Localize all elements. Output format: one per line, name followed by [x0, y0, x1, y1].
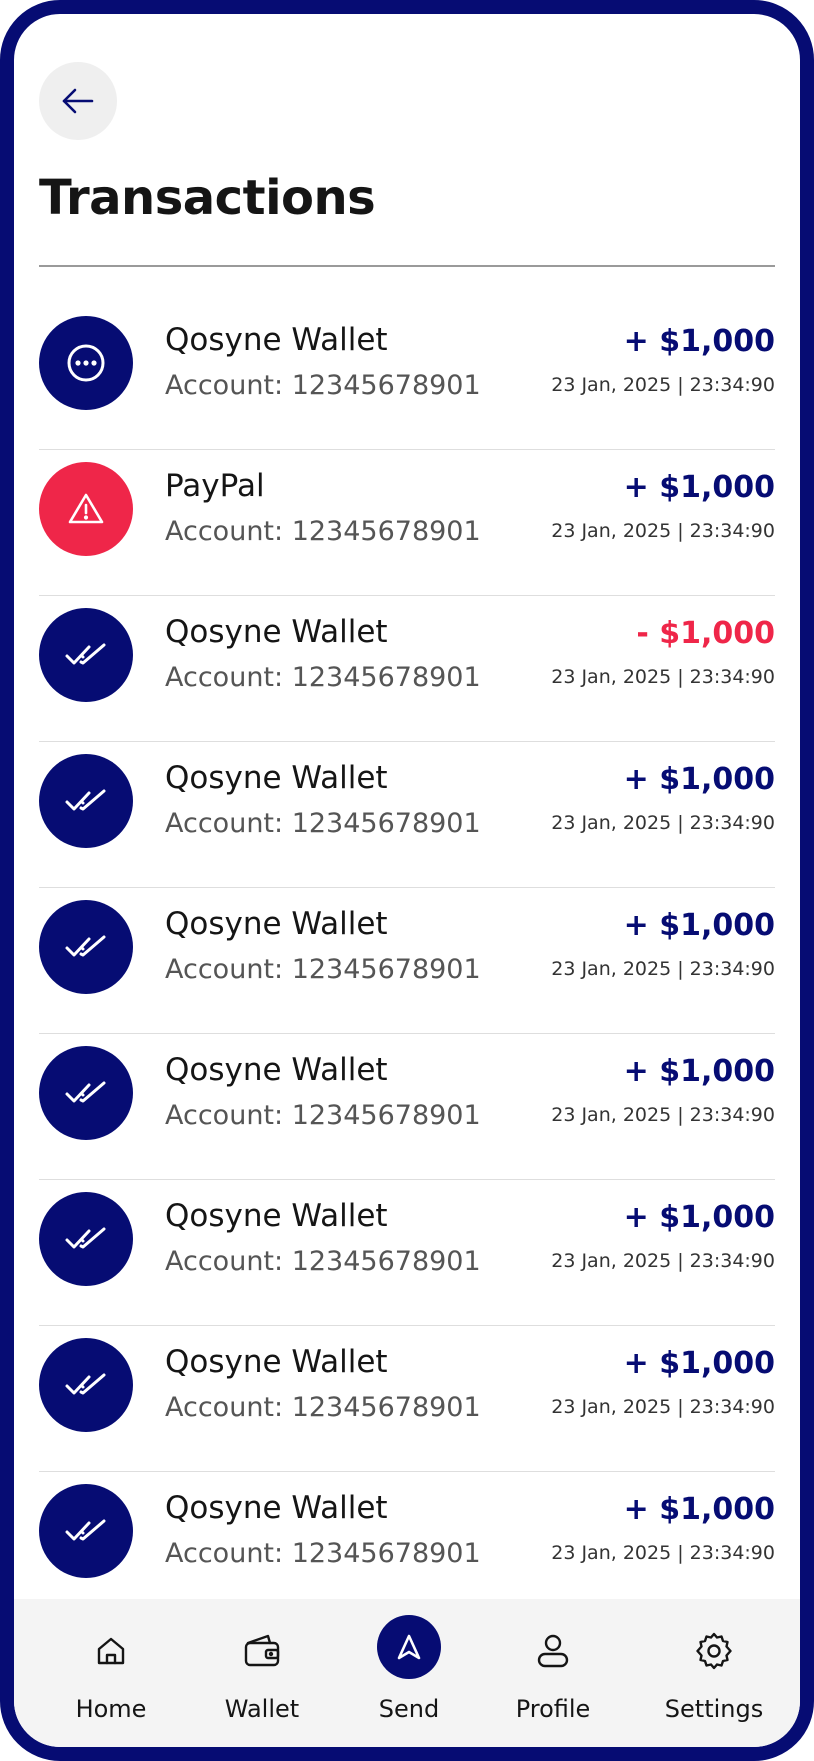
transaction-list: Qosyne Wallet Account: 12345678901 + $1,00… — [39, 304, 775, 1617]
nav-label-settings: Settings — [664, 1695, 764, 1723]
transaction-amount: + $1,000 — [623, 1200, 775, 1235]
nav-label-wallet: Wallet — [224, 1695, 300, 1723]
transaction-account: Account: 12345678901 — [165, 1246, 481, 1277]
transaction-row[interactable]: Qosyne Wallet Account: 12345678901 + $1,00… — [39, 1472, 775, 1617]
transaction-amount: + $1,000 — [623, 1054, 775, 1089]
phone-frame: Transactions Qosyne Wallet Account: 12345… — [0, 0, 814, 1761]
double-check-icon — [64, 638, 108, 672]
transaction-row[interactable]: Qosyne Wallet Account: 12345678901 + $1,00… — [39, 1034, 775, 1180]
home-icon — [79, 1619, 143, 1683]
transaction-amount: + $1,000 — [623, 470, 775, 505]
page-title: Transactions — [39, 170, 376, 226]
wallet-icon — [230, 1619, 294, 1683]
transaction-amount: + $1,000 — [623, 908, 775, 943]
transaction-row[interactable]: Qosyne Wallet Account: 12345678901 + $1,00… — [39, 304, 775, 450]
title-divider — [39, 265, 775, 267]
transaction-avatar — [39, 1338, 133, 1432]
transaction-amount: + $1,000 — [623, 324, 775, 359]
transaction-account: Account: 12345678901 — [165, 1538, 481, 1569]
transaction-amount: + $1,000 — [623, 762, 775, 797]
transaction-name: PayPal — [165, 468, 265, 504]
nav-item-profile[interactable]: Profile — [483, 1599, 623, 1747]
nav-item-wallet[interactable]: Wallet — [192, 1599, 332, 1747]
transaction-name: Qosyne Wallet — [165, 1490, 388, 1526]
transaction-avatar — [39, 1484, 133, 1578]
transaction-row[interactable]: PayPal Account: 12345678901 + $1,000 23 Jan… — [39, 450, 775, 596]
transaction-name: Qosyne Wallet — [165, 1052, 388, 1088]
transaction-date: 23 Jan, 2025 | 23:34:90 — [551, 1104, 775, 1126]
double-check-icon — [64, 1514, 108, 1548]
transaction-name: Qosyne Wallet — [165, 906, 388, 942]
back-button[interactable] — [39, 62, 117, 140]
transaction-account: Account: 12345678901 — [165, 516, 481, 547]
transaction-amount: + $1,000 — [623, 1492, 775, 1527]
double-check-icon — [64, 930, 108, 964]
transaction-date: 23 Jan, 2025 | 23:34:90 — [551, 812, 775, 834]
transaction-name: Qosyne Wallet — [165, 1344, 388, 1380]
transaction-name: Qosyne Wallet — [165, 614, 388, 650]
bottom-nav: Home Wallet Send Profile Settings — [14, 1599, 800, 1747]
double-check-icon — [64, 1076, 108, 1110]
transaction-row[interactable]: Qosyne Wallet Account: 12345678901 + $1,00… — [39, 888, 775, 1034]
transaction-date: 23 Jan, 2025 | 23:34:90 — [551, 1396, 775, 1418]
transaction-amount: + $1,000 — [623, 1346, 775, 1381]
transaction-amount: - $1,000 — [636, 616, 775, 651]
transaction-name: Qosyne Wallet — [165, 322, 388, 358]
transaction-avatar — [39, 1192, 133, 1286]
profile-icon — [521, 1619, 585, 1683]
nav-item-home[interactable]: Home — [41, 1599, 181, 1747]
double-check-icon — [64, 784, 108, 818]
transaction-account: Account: 12345678901 — [165, 662, 481, 693]
transaction-avatar — [39, 900, 133, 994]
warning-icon — [66, 489, 106, 529]
transaction-name: Qosyne Wallet — [165, 1198, 388, 1234]
transaction-account: Account: 12345678901 — [165, 370, 481, 401]
transaction-row[interactable]: Qosyne Wallet Account: 12345678901 + $1,00… — [39, 1180, 775, 1326]
nav-item-send[interactable]: Send — [339, 1599, 479, 1747]
transaction-avatar — [39, 316, 133, 410]
double-check-icon — [64, 1222, 108, 1256]
nav-label-home: Home — [75, 1695, 147, 1723]
more-dots-icon — [64, 341, 108, 385]
transaction-account: Account: 12345678901 — [165, 808, 481, 839]
double-check-icon — [64, 1368, 108, 1402]
transaction-date: 23 Jan, 2025 | 23:34:90 — [551, 1250, 775, 1272]
transaction-account: Account: 12345678901 — [165, 954, 481, 985]
transaction-avatar — [39, 608, 133, 702]
transaction-row[interactable]: Qosyne Wallet Account: 12345678901 - $1,00… — [39, 596, 775, 742]
nav-item-settings[interactable]: Settings — [644, 1599, 784, 1747]
transaction-date: 23 Jan, 2025 | 23:34:90 — [551, 1542, 775, 1564]
transaction-avatar — [39, 754, 133, 848]
send-icon — [377, 1615, 441, 1679]
transaction-avatar — [39, 1046, 133, 1140]
gear-icon — [682, 1619, 746, 1683]
arrow-left-icon — [58, 81, 98, 121]
transaction-date: 23 Jan, 2025 | 23:34:90 — [551, 520, 775, 542]
transaction-avatar — [39, 462, 133, 556]
nav-label-send: Send — [378, 1695, 440, 1723]
transaction-account: Account: 12345678901 — [165, 1392, 481, 1423]
transaction-date: 23 Jan, 2025 | 23:34:90 — [551, 958, 775, 980]
transaction-account: Account: 12345678901 — [165, 1100, 481, 1131]
transaction-row[interactable]: Qosyne Wallet Account: 12345678901 + $1,00… — [39, 1326, 775, 1472]
transaction-date: 23 Jan, 2025 | 23:34:90 — [551, 666, 775, 688]
transaction-date: 23 Jan, 2025 | 23:34:90 — [551, 374, 775, 396]
transaction-row[interactable]: Qosyne Wallet Account: 12345678901 + $1,00… — [39, 742, 775, 888]
nav-label-profile: Profile — [515, 1695, 591, 1723]
transaction-name: Qosyne Wallet — [165, 760, 388, 796]
